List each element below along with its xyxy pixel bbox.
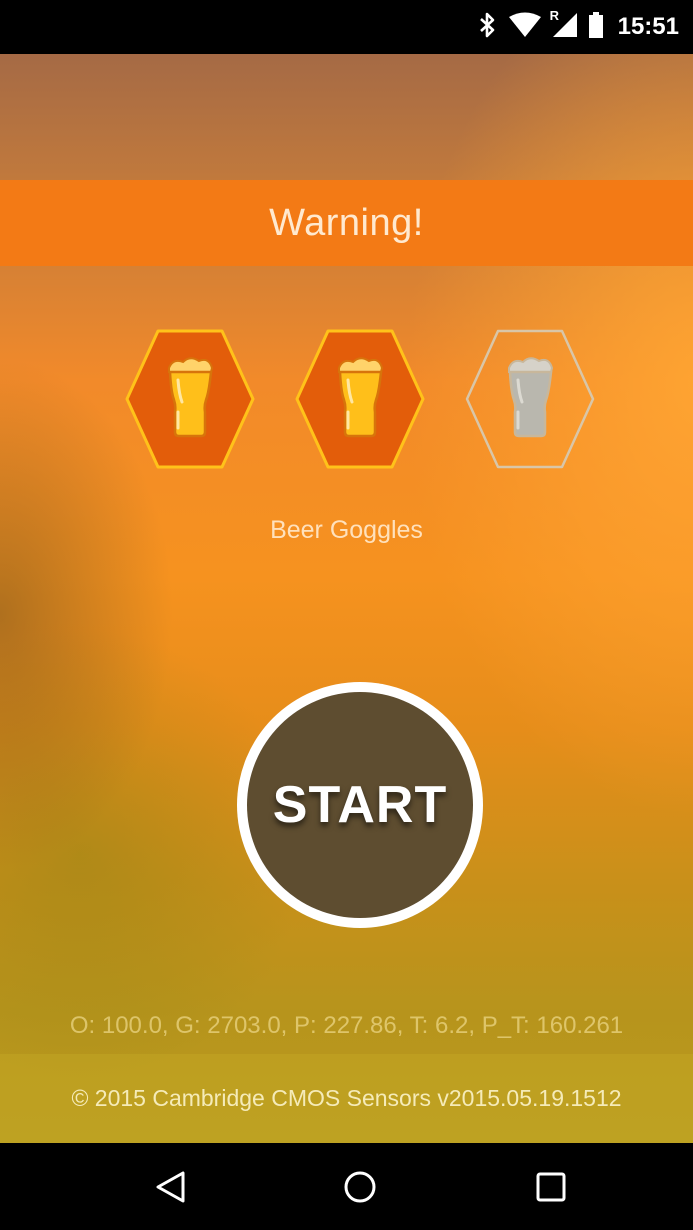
sensor-readout: O: 100.0, G: 2703.0, P: 227.86, T: 6.2, … [69, 1012, 624, 1039]
navigation-bar [0, 1143, 693, 1230]
back-icon [156, 1171, 185, 1203]
back-button[interactable] [147, 1163, 195, 1211]
warning-banner: Warning! [0, 180, 693, 266]
status-bar: R 15:51 [0, 0, 693, 54]
warning-text: Warning! [269, 201, 424, 244]
status-icons: R 15:51 [478, 0, 679, 54]
recents-button[interactable] [527, 1163, 575, 1211]
home-icon [344, 1171, 376, 1203]
beer-glass-icon [295, 329, 425, 469]
copyright-text: © 2015 Cambridge CMOS Sensors v2015.05.1… [71, 1085, 622, 1111]
start-label: START [272, 776, 448, 834]
network-indicator: R [549, 7, 559, 23]
beer-glass-icon [125, 329, 255, 469]
level-label: Beer Goggles [270, 516, 423, 544]
level-badge-1 [125, 328, 255, 470]
level-badge-2 [295, 328, 425, 470]
wifi-icon [508, 12, 542, 43]
footer-bar: © 2015 Cambridge CMOS Sensors v2015.05.1… [0, 1054, 693, 1143]
start-button-face[interactable]: START [247, 692, 473, 918]
app-screen: Warning! Beer Goggles START O: 100.0, G:… [0, 54, 693, 1143]
start-button[interactable]: START [237, 682, 483, 928]
cellular-signal-icon: R [550, 8, 578, 43]
bluetooth-icon [478, 12, 498, 43]
clock: 15:51 [617, 13, 679, 40]
beer-glass-icon [465, 329, 595, 469]
home-button[interactable] [336, 1163, 384, 1211]
recents-icon [536, 1172, 566, 1202]
battery-icon [588, 11, 604, 43]
level-badge-3 [465, 328, 595, 470]
